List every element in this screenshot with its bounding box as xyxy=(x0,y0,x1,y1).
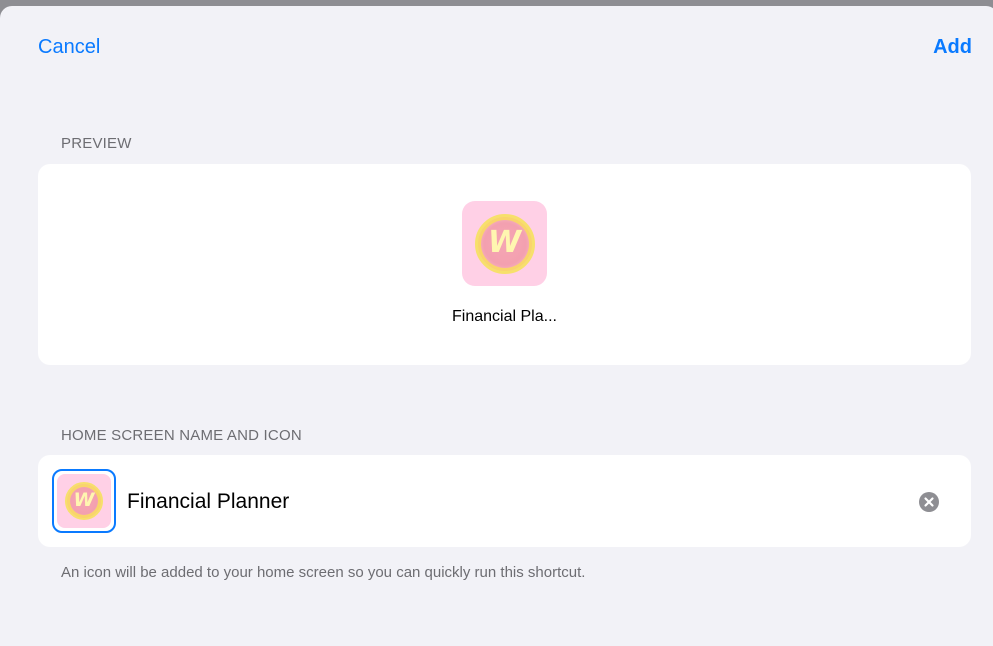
home-screen-section-title: HOME SCREEN NAME AND ICON xyxy=(61,427,302,444)
cancel-button[interactable]: Cancel xyxy=(38,35,100,59)
preview-section-title: PREVIEW xyxy=(61,135,132,152)
icon-picker-button[interactable]: W xyxy=(52,469,116,533)
name-and-icon-card: W xyxy=(38,455,971,547)
preview-card: W Financial Pla... xyxy=(38,164,971,365)
app-icon-letter: W xyxy=(73,489,95,511)
add-to-home-screen-sheet: Cancel Add PREVIEW W Financial Pla... HO… xyxy=(0,6,993,646)
add-button[interactable]: Add xyxy=(933,35,972,59)
app-icon-letter: W xyxy=(487,225,522,260)
preview-app-label: Financial Pla... xyxy=(452,308,557,325)
footer-note: An icon will be added to your home scree… xyxy=(61,564,586,581)
app-icon-small: W xyxy=(57,474,111,528)
clear-icon[interactable] xyxy=(919,492,939,512)
home-screen-name-input[interactable] xyxy=(127,488,907,516)
app-icon-preview: W xyxy=(462,201,547,286)
